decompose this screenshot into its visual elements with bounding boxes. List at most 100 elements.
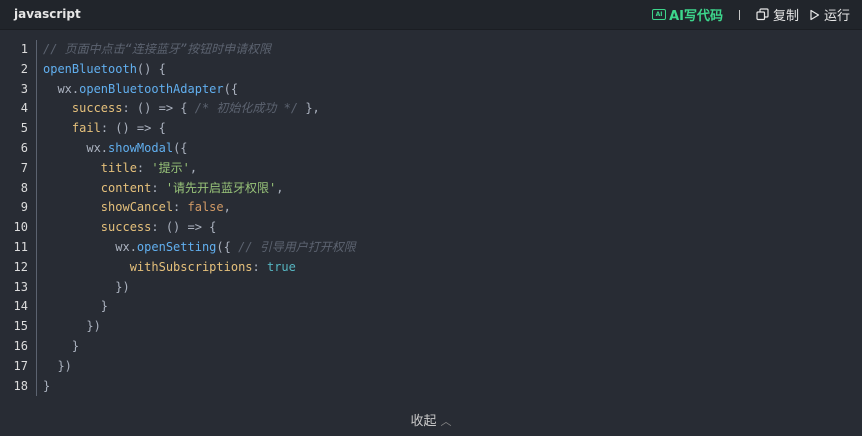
chevron-up-icon: ︿	[440, 415, 452, 428]
code-line: 17 })	[0, 357, 862, 377]
collapse-button[interactable]: 收起 ︿	[0, 410, 862, 429]
line-number: 6	[20, 140, 28, 155]
run-button[interactable]: 运行	[809, 5, 850, 24]
ai-write-code-label: AI写代码	[669, 9, 723, 24]
code-text: }	[43, 297, 108, 317]
code-token: '请先开启蓝牙权限'	[165, 180, 277, 195]
code-text: title: '提示',	[43, 159, 197, 179]
code-token: ({	[173, 140, 188, 155]
divider	[738, 9, 740, 20]
line-number: 17	[13, 358, 28, 373]
line-number: 12	[13, 259, 28, 274]
code-line: 5 fail: () => {	[0, 119, 862, 139]
code-token: : () => {	[151, 220, 217, 235]
line-number: 13	[13, 279, 28, 294]
line-number: 2	[20, 61, 28, 76]
code-line: 6 wx.showModal({	[0, 139, 862, 159]
line-number: 4	[20, 101, 28, 116]
run-label: 运行	[823, 9, 850, 24]
line-number: 16	[13, 338, 28, 353]
code-line: 12 withSubscriptions: true	[0, 258, 862, 278]
code-token: :	[151, 180, 166, 195]
code-text: wx.openBluetoothAdapter({	[43, 80, 238, 100]
code-token: }	[43, 378, 51, 393]
code-token: ({	[223, 81, 239, 96]
code-token: : () => {	[100, 121, 166, 136]
code-text: success: () => {	[43, 218, 217, 238]
code-line: 7 title: '提示',	[0, 159, 862, 179]
code-line: 10 success: () => {	[0, 218, 862, 238]
code-token: :	[136, 160, 152, 175]
code-token: // 页面中点击“连接蓝牙”按钮时申请权限	[43, 42, 272, 56]
code-token: fail	[71, 121, 101, 136]
code-line: 13 })	[0, 278, 862, 298]
code-line: 18}	[0, 377, 862, 397]
code-token: content	[100, 180, 152, 195]
code-token: openBluetooth	[43, 61, 137, 76]
line-number: 3	[20, 81, 28, 96]
line-number: 11	[13, 239, 28, 254]
code-text: withSubscriptions: true	[43, 258, 296, 278]
code-token: ({	[216, 239, 239, 254]
code-text: }	[43, 337, 79, 357]
code-text: })	[43, 357, 71, 377]
code-token: showModal	[108, 140, 174, 155]
code-text: }	[43, 377, 50, 397]
code-text: success: () => { /* 初始化成功 */ },	[43, 99, 320, 119]
line-number: 14	[13, 299, 28, 314]
code-line: 16 }	[0, 337, 862, 357]
code-token: // 引导用户打开权限	[238, 239, 356, 254]
code-block-header: javascript AI AI写代码 复制 运行	[0, 0, 862, 30]
code-text: content: '请先开启蓝牙权限',	[43, 179, 284, 199]
code-token: }	[43, 338, 80, 353]
code-line: 1 // 页面中点击“连接蓝牙”按钮时申请权限	[0, 40, 862, 60]
header-actions: AI AI写代码 复制 运行	[652, 5, 850, 24]
code-token: title	[100, 160, 137, 175]
code-token: showCancel	[100, 200, 174, 215]
code-token: }	[43, 299, 109, 314]
code-token: openSetting	[136, 239, 217, 254]
code-line: 3 wx.openBluetoothAdapter({	[0, 80, 862, 100]
line-number: 8	[20, 180, 28, 195]
line-number: 18	[13, 378, 28, 393]
code-token: ,	[223, 200, 231, 215]
code-line: 14 }	[0, 297, 862, 317]
code-token: success	[71, 101, 123, 116]
code-token: })	[43, 319, 101, 334]
code-token: () {	[136, 61, 166, 76]
code-token: ,	[189, 160, 198, 175]
code-text: })	[43, 317, 101, 337]
code-text: openBluetooth() {	[43, 60, 166, 80]
line-number: 1	[20, 42, 28, 56]
code-text: wx.openSetting({ // 引导用户打开权限	[43, 238, 356, 258]
code-line: 4 success: () => { /* 初始化成功 */ },	[0, 99, 862, 119]
copy-icon	[756, 8, 769, 21]
code-token: : () => {	[122, 101, 195, 116]
ai-write-code-button[interactable]: AI AI写代码	[652, 5, 723, 24]
code-token: wx.	[43, 81, 80, 96]
code-token: :	[173, 200, 188, 215]
language-label: javascript	[14, 7, 81, 21]
copy-button[interactable]: 复制	[756, 5, 799, 24]
code-token: wx.	[43, 140, 109, 155]
code-token: },	[298, 101, 320, 116]
code-line: 9 showCancel: false,	[0, 198, 862, 218]
line-number: 7	[20, 160, 28, 175]
code-line: 2 openBluetooth() {	[0, 60, 862, 80]
code-line: 11 wx.openSetting({ // 引导用户打开权限	[0, 238, 862, 258]
line-number: 10	[13, 220, 28, 235]
code-text: // 页面中点击“连接蓝牙”按钮时申请权限	[43, 40, 271, 60]
line-number: 5	[20, 121, 28, 136]
code-editor[interactable]: 1 // 页面中点击“连接蓝牙”按钮时申请权限 2 openBluetooth() {…	[0, 40, 862, 396]
code-token: true	[266, 259, 296, 274]
play-icon	[810, 9, 820, 20]
code-line: 15 })	[0, 317, 862, 337]
code-token: '提示'	[151, 160, 190, 175]
